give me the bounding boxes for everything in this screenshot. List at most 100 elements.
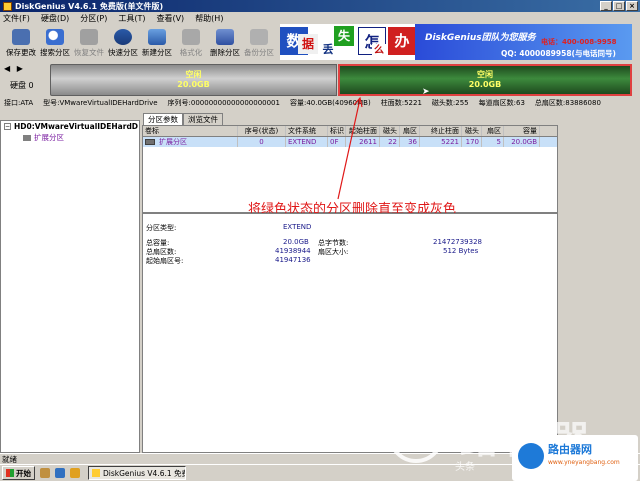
detail-sector-size-label: 扇区大小: [318, 248, 349, 256]
partition-icon [145, 139, 155, 145]
status-text: 就绪 [2, 455, 17, 464]
recover-icon [80, 29, 98, 45]
mouse-cursor-icon: ➤ [422, 87, 430, 97]
cell-start-head: 22 [380, 137, 400, 147]
delete-partition-button[interactable]: 删除分区 [208, 24, 242, 60]
format-button[interactable]: 格式化 [174, 24, 208, 60]
menu-view[interactable]: 查看(V) [156, 13, 184, 24]
col-header[interactable]: 文件系统 [286, 126, 328, 136]
banner-phone: 电话：400-008-9958 [541, 38, 617, 46]
wifi-logo-icon [518, 443, 544, 469]
detail-sector-size-value: 512 Bytes [443, 247, 479, 255]
col-header[interactable]: 扇区 [482, 126, 504, 136]
partition-icon [23, 134, 31, 141]
detail-type-label: 分区类型: [146, 224, 177, 232]
close-button[interactable]: × [626, 1, 638, 11]
delete-icon [216, 29, 234, 45]
free-space-block-left[interactable]: 空闲 20.0GB [50, 64, 337, 96]
detail-total-sectors-value: 41938944 [275, 247, 311, 255]
tab-partition-params[interactable]: 分区参数 [143, 113, 183, 125]
col-header[interactable]: 序号(状态) [238, 126, 286, 136]
watermark-badge: 路由器网 www.yneyangbang.com [512, 435, 638, 481]
quicklaunch-icon[interactable] [70, 468, 80, 478]
start-label: 开始 [16, 468, 31, 478]
banner-qq: QQ: 4000089958(与电话同号) [501, 49, 616, 58]
free-space-size: 20.0GB [177, 80, 210, 89]
watermark-logo-icon [388, 407, 444, 463]
banner-tile: 办 [388, 27, 416, 55]
menu-tools[interactable]: 工具(T) [118, 13, 145, 24]
col-header[interactable]: 磁头 [462, 126, 482, 136]
col-header[interactable]: 磁头 [380, 126, 400, 136]
detail-start-sector-value: 41947136 [275, 256, 311, 264]
disk-cylinders: 柱面数:5221 [380, 99, 422, 107]
toolbar: 保存更改 搜索分区 恢复文件 快速分区 新建分区 格式化 删除分区 备份分区 [0, 24, 280, 60]
save-icon [12, 29, 30, 45]
search-icon [46, 29, 64, 45]
backup-partition-button[interactable]: 备份分区 [242, 24, 276, 60]
annotation-arrow-icon [337, 96, 363, 200]
disk-nav-arrows-icon[interactable]: ◀ ▶ [4, 64, 25, 73]
cell-seq: 0 [238, 137, 286, 147]
tree-item-disk[interactable]: − HD0:VMwareVirtualIDEHardD [1, 121, 139, 132]
disk-sectors-per-track: 每道扇区数:63 [478, 99, 525, 107]
banner-promo-panel: DiskGenius团队为您服务 电话：400-008-9958 QQ: 400… [415, 24, 632, 60]
disk-serial: 序列号:00000000000000000001 [167, 99, 280, 107]
backup-icon [250, 29, 268, 45]
extended-partition-block[interactable]: 空闲 20.0GB [338, 64, 632, 96]
menu-disk[interactable]: 硬盘(D) [41, 13, 69, 24]
cell-end-cyl: 5221 [420, 137, 462, 147]
quicklaunch-icon[interactable] [40, 468, 50, 478]
maximize-button[interactable]: □ [613, 1, 625, 11]
cell-fs: EXTEND [286, 137, 328, 147]
col-header[interactable]: 卷标 [143, 126, 238, 136]
search-partition-button[interactable]: 搜索分区 [38, 24, 72, 60]
detail-start-sector-label: 起始扇区号: [146, 257, 184, 265]
menu-bar: 文件(F) 硬盘(D) 分区(P) 工具(T) 查看(V) 帮助(H) [0, 12, 640, 24]
disk-model: 型号:VMwareVirtualIDEHardDrive [43, 99, 158, 107]
new-partition-button[interactable]: 新建分区 [140, 24, 174, 60]
free-space-name: 空闲 [185, 70, 202, 79]
save-changes-button[interactable]: 保存更改 [4, 24, 38, 60]
tree-disk-label: HD0:VMwareVirtualIDEHardD [14, 122, 139, 131]
tab-strip: 分区参数 浏览文件 [143, 113, 223, 125]
partition-block-size: 20.0GB [468, 80, 502, 89]
cell-name: 扩展分区 [159, 138, 187, 146]
minimize-button[interactable]: _ [600, 1, 612, 11]
menu-help[interactable]: 帮助(H) [195, 13, 223, 24]
detail-total-bytes-value: 21472739328 [433, 238, 482, 246]
tab-browse-files[interactable]: 浏览文件 [183, 113, 223, 125]
quick-partition-button[interactable]: 快速分区 [106, 24, 140, 60]
new-partition-icon [148, 29, 166, 45]
tree-partition-label: 扩展分区 [34, 133, 64, 142]
col-header[interactable]: 终止柱面 [420, 126, 462, 136]
menu-partition[interactable]: 分区(P) [80, 13, 107, 24]
start-button[interactable]: 开始 [2, 466, 35, 480]
quicklaunch-icon[interactable] [55, 468, 65, 478]
taskbar-item-diskgenius[interactable]: DiskGenius V4.6.1 免费... [88, 466, 186, 480]
window-title: DiskGenius V4.6.1 免费版(单文件版) [15, 1, 164, 11]
recover-files-button[interactable]: 恢复文件 [72, 24, 106, 60]
cell-end-head: 170 [462, 137, 482, 147]
detail-type-value: EXTEND [283, 223, 312, 231]
disk-heads: 磁头数:255 [431, 99, 469, 107]
cell-start-sec: 36 [400, 137, 420, 147]
windows-logo-icon [6, 469, 14, 477]
banner-team-text: DiskGenius团队为您服务 [425, 33, 536, 43]
banner-tile: 据 [298, 34, 318, 54]
watermark-source: 头条 [455, 462, 475, 473]
watermark-brand: 路由器网 [548, 443, 592, 456]
banner-tile: 失 [334, 26, 354, 46]
disk-info-bar: 接口:ATA 型号:VMwareVirtualIDEHardDrive 序列号:… [0, 97, 640, 109]
col-header[interactable]: 容量 [504, 126, 540, 136]
detail-total-cap-value: 20.0GB [283, 238, 309, 246]
promo-banner[interactable]: 数 据 丢 失 怎 么 办 DiskGenius团队为您服务 电话：400-00… [280, 24, 632, 60]
collapse-icon[interactable]: − [4, 123, 11, 130]
tree-item-extended[interactable]: 扩展分区 [1, 132, 139, 143]
app-icon [3, 1, 12, 11]
col-header[interactable]: 扇区 [400, 126, 420, 136]
menu-file[interactable]: 文件(F) [3, 13, 30, 24]
banner-tile: 么 [372, 44, 386, 58]
partition-block-name: 空闲 [477, 70, 493, 79]
watermark-url: www.yneyangbang.com [548, 459, 620, 466]
